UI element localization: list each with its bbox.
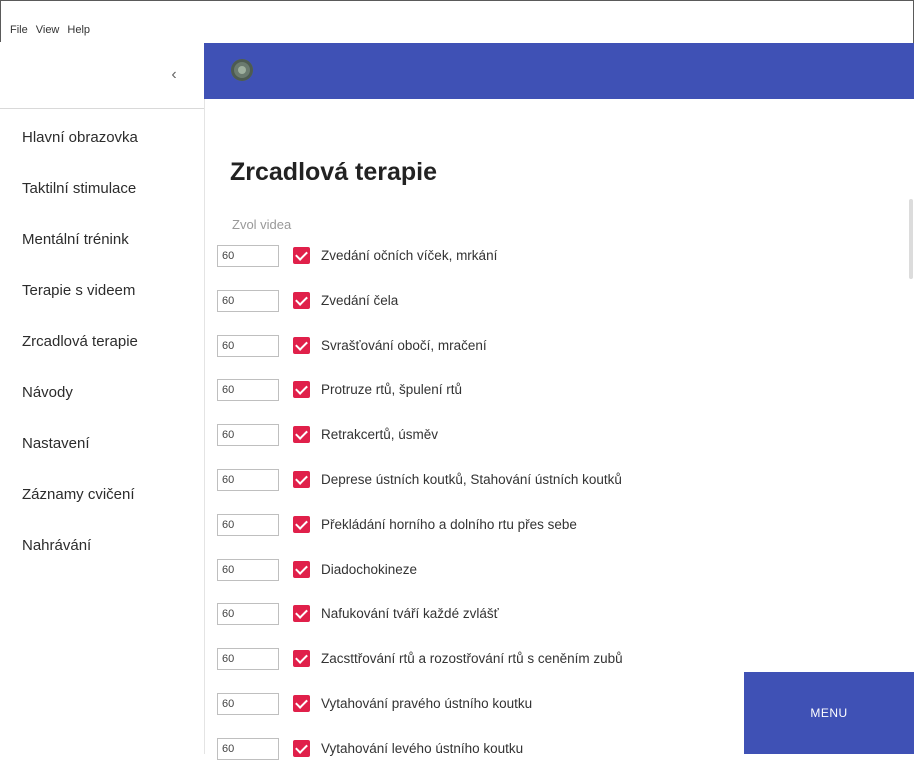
duration-input[interactable]: [217, 468, 279, 491]
duration-input[interactable]: [217, 379, 279, 402]
exercise-label: Překládání horního a dolního rtu přes se…: [321, 516, 577, 532]
scrollbar[interactable]: [909, 199, 913, 279]
avatar-icon[interactable]: [231, 59, 253, 81]
list-item: Retrakcertů, úsměv: [217, 424, 623, 469]
page-title: Zrcadlová terapie: [230, 158, 438, 186]
exercise-label: Vytahování pravého ústního koutku: [321, 695, 533, 711]
list-item: Zacsttřování rtů a rozostřování rtů s ce…: [217, 648, 623, 693]
main-content: Zrcadlová terapie Zvol videa Zvedání očn…: [204, 99, 914, 760]
exercise-label: Zvedání čela: [321, 292, 399, 308]
exercise-label: Deprese ústních koutků, Stahování ústníc…: [321, 471, 622, 487]
list-item: Zvedání očních víček, mrkání: [217, 245, 623, 290]
list-item: Zvedání čela: [217, 289, 623, 335]
checkbox-checked-icon[interactable]: [293, 291, 310, 309]
menu-file[interactable]: File: [10, 24, 28, 40]
sidebar-item-taktilni-stimulace[interactable]: Taktilní stimulace: [0, 177, 204, 228]
menu-button[interactable]: MENU: [744, 672, 914, 754]
checkbox-checked-icon[interactable]: [293, 605, 310, 623]
duration-input[interactable]: [217, 558, 279, 581]
chevron-left-icon[interactable]: ‹: [166, 66, 182, 84]
exercise-list: Zvedání očních víček, mrkání Zvedání čel…: [217, 245, 623, 783]
sidebar-item-nastaveni[interactable]: Nastavení: [0, 432, 204, 483]
checkbox-checked-icon[interactable]: [293, 560, 310, 578]
sidebar-item-zrcadlova-terapie[interactable]: Zrcadlová terapie: [0, 330, 204, 381]
sidebar-item-terapie-s-videem[interactable]: Terapie s videem: [0, 279, 204, 330]
duration-input[interactable]: [217, 737, 279, 760]
exercise-label: Zvedání očních víček, mrkání: [321, 248, 498, 263]
sidebar-nav: Hlavní obrazovka Taktilní stimulace Ment…: [0, 126, 204, 585]
exercise-label: Protruze rtů, špulení rtů: [321, 382, 463, 398]
menubar: File View Help: [10, 24, 90, 40]
list-item: Protruze rtů, špulení rtů: [217, 379, 623, 424]
sidebar-item-navody[interactable]: Návody: [0, 381, 204, 432]
duration-input[interactable]: [217, 334, 279, 357]
checkbox-checked-icon[interactable]: [293, 515, 310, 533]
exercise-label: Svrašťování obočí, mračení: [321, 337, 487, 353]
sidebar-item-hlavni-obrazovka[interactable]: Hlavní obrazovka: [0, 126, 204, 177]
menu-view[interactable]: View: [36, 24, 60, 40]
sidebar: ‹ Hlavní obrazovka Taktilní stimulace Me…: [0, 42, 204, 754]
duration-input[interactable]: [217, 424, 279, 447]
checkbox-checked-icon[interactable]: [293, 426, 310, 444]
duration-input[interactable]: [217, 603, 279, 626]
exercise-label: Diadochokineze: [321, 561, 418, 577]
list-item: Svrašťování obočí, mračení: [217, 334, 623, 380]
checkbox-checked-icon[interactable]: [293, 336, 310, 354]
duration-input[interactable]: [217, 648, 279, 671]
list-item: Nafukování tváří každé zvlášť: [217, 603, 623, 648]
menu-help[interactable]: Help: [67, 24, 90, 40]
checkbox-checked-icon[interactable]: [293, 247, 310, 264]
duration-input[interactable]: [217, 513, 279, 536]
sidebar-item-nahravani[interactable]: Nahrávání: [0, 534, 204, 585]
section-label: Zvol videa: [232, 217, 292, 232]
sidebar-item-zaznamy-cviceni[interactable]: Záznamy cvičení: [0, 483, 204, 534]
exercise-label: Retrakcertů, úsměv: [321, 427, 439, 443]
list-item: Překládání horního a dolního rtu přes se…: [217, 513, 623, 559]
exercise-label: Zacsttřování rtů a rozostřování rtů s ce…: [321, 651, 623, 667]
app-bar: [204, 43, 914, 99]
duration-input[interactable]: [217, 692, 279, 715]
sidebar-item-mentalni-trenink[interactable]: Mentální trénink: [0, 228, 204, 279]
sidebar-header: ‹: [0, 42, 204, 109]
list-item: Deprese ústních koutků, Stahování ústníc…: [217, 468, 623, 514]
list-item: Diadochokineze: [217, 558, 623, 604]
list-item: Vytahování levého ústního koutku: [217, 737, 623, 783]
checkbox-checked-icon[interactable]: [293, 381, 310, 399]
list-item: Vytahování pravého ústního koutku: [217, 692, 623, 738]
checkbox-checked-icon[interactable]: [293, 650, 310, 668]
duration-input[interactable]: [217, 245, 279, 267]
duration-input[interactable]: [217, 289, 279, 312]
exercise-label: Nafukování tváří každé zvlášť: [321, 606, 499, 622]
checkbox-checked-icon[interactable]: [293, 694, 310, 712]
checkbox-checked-icon[interactable]: [293, 470, 310, 488]
checkbox-checked-icon[interactable]: [293, 739, 310, 757]
